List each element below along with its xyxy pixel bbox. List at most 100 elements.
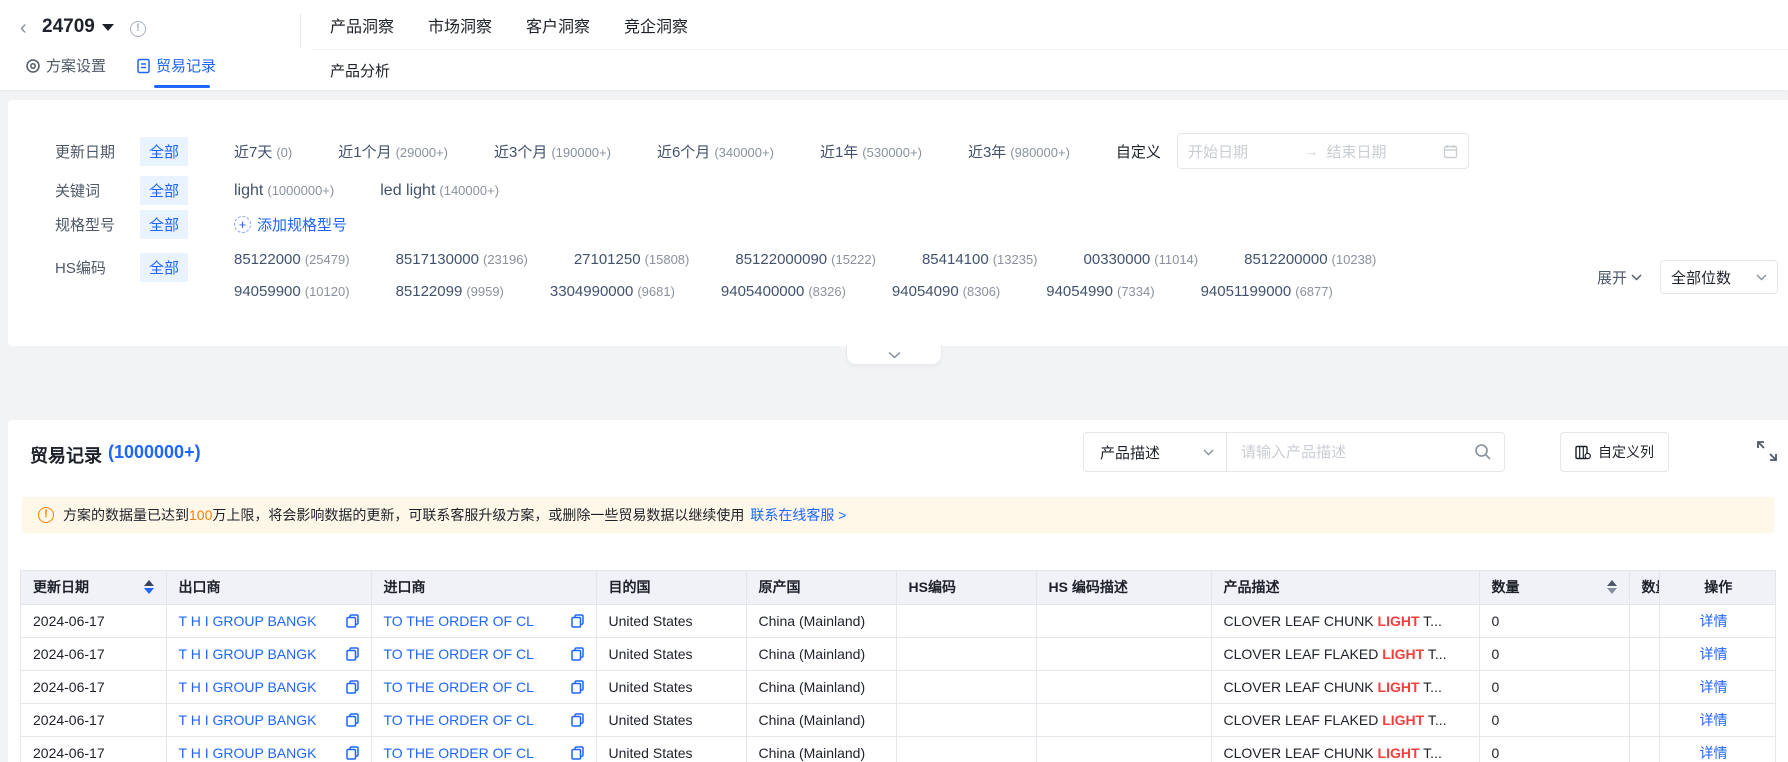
copy-icon[interactable] — [345, 679, 359, 694]
tab-plan-settings[interactable]: 方案设置 — [25, 55, 106, 88]
tab-trade-records[interactable]: 贸易记录 — [136, 55, 216, 88]
fullscreen-button[interactable] — [1756, 440, 1778, 462]
hs-code-option[interactable]: 94054090 (8306) — [892, 283, 1000, 300]
hs-code-option[interactable]: 85122000090 (15222) — [735, 251, 876, 268]
exporter-link[interactable]: T H I GROUP BANGK — [179, 679, 317, 695]
expand-toggle[interactable]: 展开 — [1597, 267, 1642, 288]
cell-exporter: T H I GROUP BANGK — [166, 604, 372, 638]
hs-code-option[interactable]: 9405400000 (8326) — [721, 283, 846, 300]
contact-support-link[interactable]: 联系在线客服 > — [750, 507, 846, 523]
cell-exporter: T H I GROUP BANGK — [166, 670, 372, 704]
cell-destination: United States — [596, 703, 747, 737]
document-icon — [137, 58, 150, 73]
copy-icon[interactable] — [345, 613, 359, 628]
exporter-link[interactable]: T H I GROUP BANGK — [179, 745, 317, 761]
copy-icon[interactable] — [570, 712, 584, 727]
tab-plan-settings-label: 方案设置 — [46, 58, 107, 75]
chevron-down-icon — [1756, 274, 1767, 280]
date-filter-option[interactable]: 近3个月 (190000+) — [494, 141, 611, 162]
plan-title-dropdown[interactable]: 24709 — [42, 16, 114, 38]
cell-exporter: T H I GROUP BANGK — [166, 736, 372, 762]
hs-all-chip[interactable]: 全部 — [139, 253, 188, 282]
search-button[interactable] — [1462, 443, 1504, 461]
chevron-down-icon — [1203, 449, 1214, 455]
search-field-select[interactable]: 产品描述 — [1084, 433, 1227, 471]
date-filter-option[interactable]: 近1年 (530000+) — [820, 141, 922, 162]
search-field-value: 产品描述 — [1100, 444, 1161, 462]
date-filter-option[interactable]: 近1个月 (29000+) — [338, 141, 448, 162]
detail-link[interactable]: 详情 — [1700, 745, 1728, 761]
exporter-link[interactable]: T H I GROUP BANGK — [179, 712, 317, 728]
exporter-link[interactable]: T H I GROUP BANGK — [179, 646, 317, 662]
hs-code-option[interactable]: 27101250 (15808) — [574, 251, 690, 268]
detail-link[interactable]: 详情 — [1700, 613, 1728, 629]
importer-link[interactable]: TO THE ORDER OF CL — [384, 613, 534, 629]
col-header-origin: 原产国 — [746, 571, 897, 605]
arrow-right-icon: → — [1304, 143, 1319, 159]
filter-collapse-tab[interactable] — [846, 345, 942, 365]
detail-link[interactable]: 详情 — [1700, 712, 1728, 728]
detail-link[interactable]: 详情 — [1700, 679, 1728, 695]
hs-digits-select[interactable]: 全部位数 — [1660, 260, 1778, 294]
date-custom-label[interactable]: 自定义 — [1116, 141, 1161, 162]
date-filter-option[interactable]: 近7天 (0) — [234, 141, 292, 162]
search-input[interactable] — [1227, 433, 1462, 471]
hs-code-option[interactable]: 8512200000 (10238) — [1244, 251, 1376, 268]
copy-icon[interactable] — [345, 745, 359, 760]
exporter-link[interactable]: T H I GROUP BANGK — [179, 613, 317, 629]
table-row: 2024-06-17 T H I GROUP BANGK TO THE ORDE… — [21, 670, 1775, 704]
copy-icon[interactable] — [570, 613, 584, 628]
cell-action: 详情 — [1659, 703, 1775, 737]
nav-item[interactable]: 竞企洞察 — [624, 13, 688, 37]
hs-code-option[interactable]: 3304990000 (9681) — [550, 283, 675, 300]
col-header-product-desc: 产品描述 — [1211, 571, 1480, 605]
hs-code-option[interactable]: 94054990 (7334) — [1046, 283, 1154, 300]
date-filter-option[interactable]: 近3年 (980000+) — [968, 141, 1070, 162]
cell-product-desc: CLOVER LEAF CHUNK LIGHT T... — [1211, 736, 1480, 762]
cell-product-desc: CLOVER LEAF CHUNK LIGHT T... — [1211, 604, 1480, 638]
importer-link[interactable]: TO THE ORDER OF CL — [384, 712, 534, 728]
customize-columns-button[interactable]: 自定义列 — [1560, 432, 1669, 472]
add-spec-button[interactable]: + 添加规格型号 — [234, 214, 347, 235]
sort-icon-date[interactable] — [143, 580, 154, 595]
copy-icon[interactable] — [345, 646, 359, 661]
spec-all-chip[interactable]: 全部 — [139, 210, 188, 239]
hs-code-option[interactable]: 85414100 (13235) — [922, 251, 1038, 268]
copy-icon[interactable] — [345, 712, 359, 727]
date-all-chip[interactable]: 全部 — [139, 136, 188, 166]
date-filter-option[interactable]: 近6个月 (340000+) — [657, 141, 774, 162]
sort-icon-quantity[interactable] — [1606, 580, 1617, 595]
importer-link[interactable]: TO THE ORDER OF CL — [384, 679, 534, 695]
nav-item[interactable]: 市场洞察 — [428, 13, 492, 37]
hs-options-line1: 85122000 (25479) 8517130000 (23196) 2710… — [234, 251, 1376, 268]
copy-icon[interactable] — [570, 745, 584, 760]
copy-icon[interactable] — [570, 679, 584, 694]
copy-icon[interactable] — [570, 646, 584, 661]
cell-quantity-unit — [1629, 703, 1660, 737]
hs-code-option[interactable]: 94059900 (10120) — [234, 283, 350, 300]
date-range-input[interactable]: 开始日期 → 结束日期 — [1176, 133, 1469, 169]
nav-item[interactable]: 客户洞察 — [526, 13, 590, 37]
hs-code-option[interactable]: 00330000 (11014) — [1084, 251, 1199, 268]
subnav-product-analysis[interactable]: 产品分析 — [330, 60, 390, 81]
importer-link[interactable]: TO THE ORDER OF CL — [384, 745, 534, 761]
detail-link[interactable]: 详情 — [1700, 646, 1728, 662]
nav-item[interactable]: 产品洞察 — [330, 13, 394, 37]
hs-code-option[interactable]: 85122000 (25479) — [234, 251, 350, 268]
col-header-update-date[interactable]: 更新日期 — [21, 571, 167, 605]
hs-code-option[interactable]: 85122099 (9959) — [396, 283, 504, 300]
keyword-all-chip[interactable]: 全部 — [139, 176, 188, 205]
trade-records-panel: 贸易记录 (1000000+) 产品描述 自定义列 ! 方案的数据量已达到100… — [8, 420, 1788, 762]
warning-highlight: 100 — [189, 507, 213, 523]
hs-code-option[interactable]: 8517130000 (23196) — [396, 251, 528, 268]
cell-action: 详情 — [1659, 670, 1775, 704]
keyword-option[interactable]: led light (140000+) — [380, 182, 499, 200]
keyword-option[interactable]: light (1000000+) — [234, 182, 334, 200]
back-icon[interactable]: ‹ — [20, 17, 27, 40]
importer-link[interactable]: TO THE ORDER OF CL — [384, 646, 534, 662]
hs-code-option[interactable]: 94051199000 (6877) — [1201, 283, 1333, 300]
cell-update-date: 2024-06-17 — [21, 736, 167, 762]
info-icon[interactable]: ! — [130, 21, 146, 37]
col-header-quantity[interactable]: 数量 — [1479, 571, 1630, 605]
filter-label-spec: 规格型号 — [55, 217, 116, 234]
